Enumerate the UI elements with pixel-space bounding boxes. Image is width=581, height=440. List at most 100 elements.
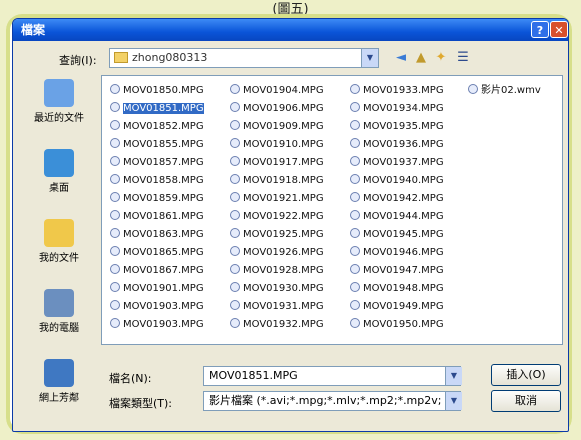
video-file-icon	[110, 318, 120, 328]
file-name: MOV01904.MPG	[243, 85, 324, 96]
file-name: MOV01851.MPG	[123, 103, 204, 114]
current-folder: zhong080313	[132, 51, 208, 64]
up-folder-icon[interactable]: ▲	[413, 50, 429, 66]
file-item[interactable]: MOV01901.MPG	[110, 280, 204, 298]
file-item[interactable]: 影片02.wmv	[468, 82, 541, 100]
place-my-documents[interactable]: 我的文件	[19, 219, 99, 264]
file-name: MOV01857.MPG	[123, 157, 204, 168]
file-item[interactable]: MOV01906.MPG	[230, 100, 324, 118]
file-item[interactable]: MOV01926.MPG	[230, 244, 324, 262]
file-name: MOV01906.MPG	[243, 103, 324, 114]
file-item[interactable]: MOV01940.MPG	[350, 172, 444, 190]
video-file-icon	[110, 228, 120, 238]
file-item[interactable]: MOV01950.MPG	[350, 316, 444, 334]
back-icon[interactable]: ◄	[393, 50, 409, 66]
file-item[interactable]: MOV01855.MPG	[110, 136, 204, 154]
video-file-icon	[110, 120, 120, 130]
file-item[interactable]: MOV01917.MPG	[230, 154, 324, 172]
insert-button[interactable]: 插入(O)	[491, 364, 561, 386]
place-label: 桌面	[49, 183, 69, 194]
file-item[interactable]: MOV01910.MPG	[230, 136, 324, 154]
file-name: MOV01934.MPG	[363, 103, 444, 114]
place-label: 我的電腦	[39, 323, 79, 334]
file-item[interactable]: MOV01863.MPG	[110, 226, 204, 244]
filetype-dropdown[interactable]: 影片檔案 (*.avi;*.mpg;*.mlv;*.mp2;*.mp2v;	[203, 391, 461, 411]
chevron-down-icon[interactable]: ▼	[361, 49, 378, 67]
file-item[interactable]: MOV01933.MPG	[350, 82, 444, 100]
new-folder-icon[interactable]: ✦	[433, 50, 449, 66]
place-my-computer[interactable]: 我的電腦	[19, 289, 99, 334]
file-item[interactable]: MOV01948.MPG	[350, 280, 444, 298]
chevron-down-icon[interactable]: ▼	[445, 367, 462, 385]
filename-input[interactable]: MOV01851.MPG	[203, 366, 461, 386]
help-button[interactable]: ?	[531, 21, 549, 38]
file-item[interactable]: MOV01861.MPG	[110, 208, 204, 226]
file-item[interactable]: MOV01851.MPG	[110, 100, 204, 118]
video-file-icon	[230, 156, 240, 166]
file-item[interactable]: MOV01931.MPG	[230, 298, 324, 316]
file-name: MOV01930.MPG	[243, 283, 324, 294]
file-name: MOV01863.MPG	[123, 229, 204, 240]
file-item[interactable]: MOV01852.MPG	[110, 118, 204, 136]
file-item[interactable]: MOV01946.MPG	[350, 244, 444, 262]
file-name: MOV01946.MPG	[363, 247, 444, 258]
file-name: MOV01948.MPG	[363, 283, 444, 294]
file-column: MOV01933.MPG MOV01934.MPG MOV01935.MPG MOV0…	[350, 82, 444, 334]
file-item[interactable]: MOV01925.MPG	[230, 226, 324, 244]
file-item[interactable]: MOV01921.MPG	[230, 190, 324, 208]
video-file-icon	[350, 318, 360, 328]
folder-icon	[114, 52, 128, 63]
file-name: MOV01945.MPG	[363, 229, 444, 240]
file-item[interactable]: MOV01936.MPG	[350, 136, 444, 154]
file-item[interactable]: MOV01850.MPG	[110, 82, 204, 100]
video-file-icon	[350, 156, 360, 166]
file-list[interactable]: MOV01850.MPG MOV01851.MPG MOV01852.MPG MOV0…	[101, 75, 563, 345]
file-name: MOV01859.MPG	[123, 193, 204, 204]
file-item[interactable]: MOV01922.MPG	[230, 208, 324, 226]
video-file-icon	[350, 138, 360, 148]
views-menu-icon[interactable]: ☰	[455, 50, 471, 66]
file-item[interactable]: MOV01928.MPG	[230, 262, 324, 280]
file-item[interactable]: MOV01867.MPG	[110, 262, 204, 280]
video-file-icon	[230, 174, 240, 184]
file-name: 影片02.wmv	[481, 85, 541, 96]
my-computer-icon	[44, 289, 74, 317]
file-item[interactable]: MOV01918.MPG	[230, 172, 324, 190]
file-item[interactable]: MOV01859.MPG	[110, 190, 204, 208]
chevron-down-icon[interactable]: ▼	[445, 392, 462, 410]
video-file-icon	[230, 84, 240, 94]
place-network[interactable]: 網上芳鄰	[19, 359, 99, 404]
file-item[interactable]: MOV01935.MPG	[350, 118, 444, 136]
look-in-dropdown[interactable]: zhong080313 ▼	[109, 48, 379, 68]
file-item[interactable]: MOV01903.MPG	[110, 316, 204, 334]
video-file-icon	[230, 210, 240, 220]
network-places-icon	[44, 359, 74, 387]
file-item[interactable]: MOV01932.MPG	[230, 316, 324, 334]
file-name: MOV01944.MPG	[363, 211, 444, 222]
file-item[interactable]: MOV01903.MPG	[110, 298, 204, 316]
cancel-button[interactable]: 取消	[491, 390, 561, 412]
file-name: MOV01855.MPG	[123, 139, 204, 150]
file-item[interactable]: MOV01945.MPG	[350, 226, 444, 244]
video-file-icon	[350, 192, 360, 202]
place-recent[interactable]: 最近的文件	[19, 79, 99, 124]
video-file-icon	[230, 228, 240, 238]
place-desktop[interactable]: 桌面	[19, 149, 99, 194]
file-item[interactable]: MOV01865.MPG	[110, 244, 204, 262]
file-item[interactable]: MOV01947.MPG	[350, 262, 444, 280]
file-item[interactable]: MOV01904.MPG	[230, 82, 324, 100]
file-item[interactable]: MOV01857.MPG	[110, 154, 204, 172]
video-file-icon	[350, 264, 360, 274]
file-item[interactable]: MOV01942.MPG	[350, 190, 444, 208]
file-item[interactable]: MOV01909.MPG	[230, 118, 324, 136]
file-item[interactable]: MOV01937.MPG	[350, 154, 444, 172]
file-item[interactable]: MOV01944.MPG	[350, 208, 444, 226]
video-file-icon	[230, 120, 240, 130]
file-item[interactable]: MOV01949.MPG	[350, 298, 444, 316]
file-item[interactable]: MOV01930.MPG	[230, 280, 324, 298]
file-name: MOV01942.MPG	[363, 193, 444, 204]
close-button[interactable]: ✕	[550, 21, 568, 38]
file-name: MOV01901.MPG	[123, 283, 204, 294]
file-item[interactable]: MOV01934.MPG	[350, 100, 444, 118]
file-item[interactable]: MOV01858.MPG	[110, 172, 204, 190]
